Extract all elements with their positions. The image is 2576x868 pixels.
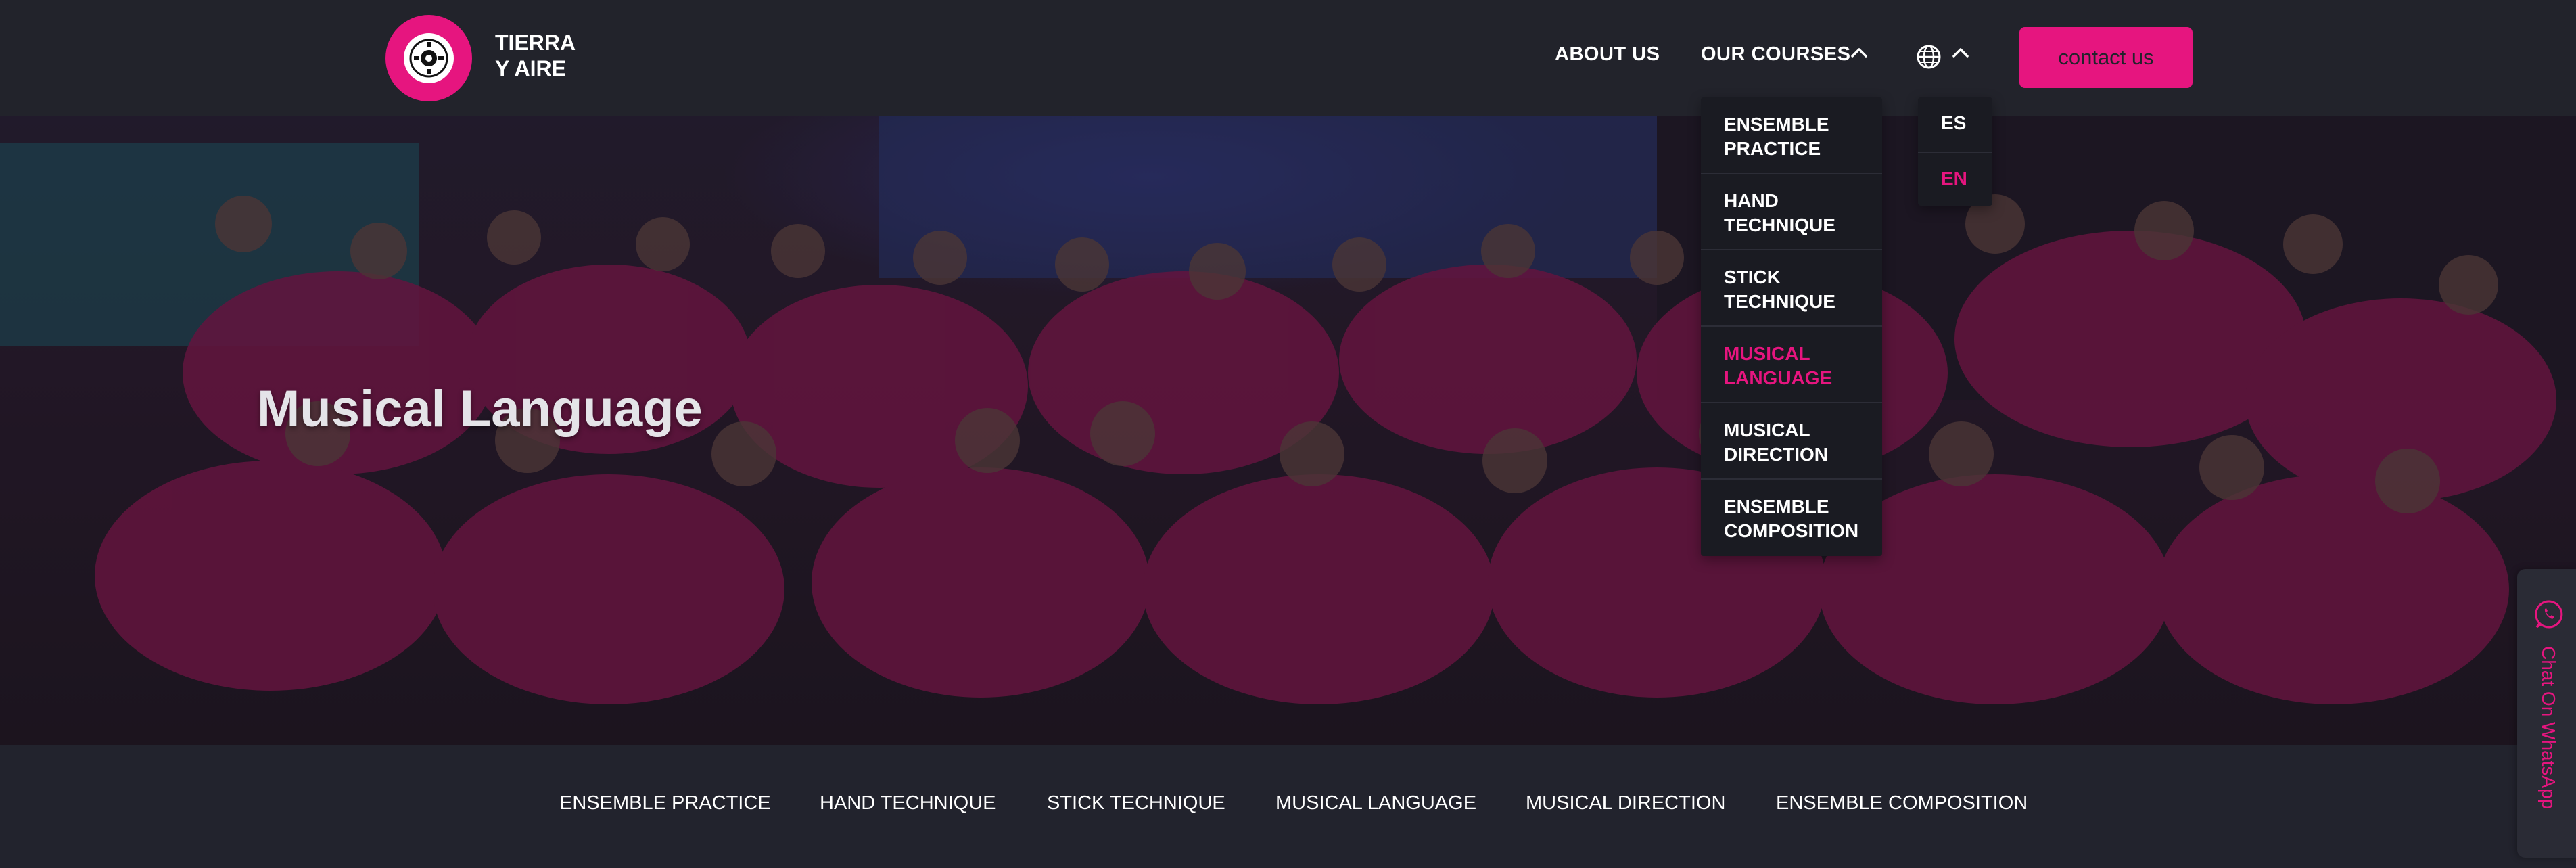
language-option-en[interactable]: EN: [1918, 152, 1992, 206]
tab-musical-direction[interactable]: MUSICAL DIRECTION: [1526, 792, 1725, 815]
menu-item-line: TECHNIQUE: [1724, 291, 1835, 312]
menu-item-line: DIRECTION: [1724, 444, 1828, 465]
brand-line-2: Y AIRE: [495, 56, 566, 81]
menu-item-line: ENSEMBLE: [1724, 114, 1829, 135]
menu-item-line: ENSEMBLE: [1724, 496, 1829, 517]
whatsapp-label: Chat On WhatsApp: [2538, 646, 2559, 810]
site-header: TIERRA Y AIRE ABOUT US OUR COURSES conta…: [0, 0, 2576, 116]
menu-item-musical-language[interactable]: MUSICAL LANGUAGE: [1701, 327, 1882, 403]
menu-item-musical-direction[interactable]: MUSICAL DIRECTION: [1701, 403, 1882, 480]
globe-icon[interactable]: [1915, 43, 1942, 70]
menu-item-stick-technique[interactable]: STICK TECHNIQUE: [1701, 250, 1882, 327]
menu-item-ensemble-practice[interactable]: ENSEMBLE PRACTICE: [1701, 97, 1882, 174]
chevron-up-icon[interactable]: [1950, 45, 1971, 61]
contact-us-button[interactable]: contact us: [2019, 27, 2193, 88]
tab-ensemble-composition[interactable]: ENSEMBLE COMPOSITION: [1776, 792, 2028, 815]
menu-item-line: COMPOSITION: [1724, 520, 1859, 541]
courses-dropdown: ENSEMBLE PRACTICE HAND TECHNIQUE STICK T…: [1701, 97, 1882, 556]
menu-item-ensemble-composition[interactable]: ENSEMBLE COMPOSITION: [1701, 480, 1882, 556]
tab-musical-language[interactable]: MUSICAL LANGUAGE: [1275, 792, 1476, 815]
tab-hand-technique[interactable]: HAND TECHNIQUE: [820, 792, 996, 815]
menu-item-line: TECHNIQUE: [1724, 214, 1835, 235]
menu-item-line: STICK: [1724, 267, 1781, 288]
whatsapp-icon: [2535, 600, 2563, 629]
whatsapp-chat-tab[interactable]: Chat On WhatsApp: [2517, 569, 2576, 858]
tab-stick-technique[interactable]: STICK TECHNIQUE: [1047, 792, 1225, 815]
logo[interactable]: [385, 15, 472, 101]
language-option-es[interactable]: ES: [1918, 97, 1992, 152]
brand-line-1: TIERRA: [495, 30, 576, 55]
course-tabs-bar: ENSEMBLE PRACTICE HAND TECHNIQUE STICK T…: [0, 745, 2576, 868]
menu-item-line: MUSICAL: [1724, 419, 1810, 440]
chevron-up-icon[interactable]: [1848, 45, 1870, 61]
page-title: Musical Language: [257, 380, 703, 438]
menu-item-line: HAND: [1724, 190, 1779, 211]
nav-about-us[interactable]: ABOUT US: [1555, 43, 1660, 66]
menu-item-line: LANGUAGE: [1724, 367, 1833, 388]
hero-banner: Musical Language: [0, 116, 2576, 745]
tab-ensemble-practice[interactable]: ENSEMBLE PRACTICE: [559, 792, 771, 815]
language-dropdown: ES EN: [1918, 97, 1992, 206]
brand-name[interactable]: TIERRA Y AIRE: [495, 30, 576, 81]
menu-item-line: MUSICAL: [1724, 343, 1810, 364]
nav-our-courses[interactable]: OUR COURSES: [1701, 43, 1850, 66]
menu-item-hand-technique[interactable]: HAND TECHNIQUE: [1701, 174, 1882, 250]
drum-logo-icon: [404, 33, 454, 83]
menu-item-line: PRACTICE: [1724, 138, 1821, 159]
